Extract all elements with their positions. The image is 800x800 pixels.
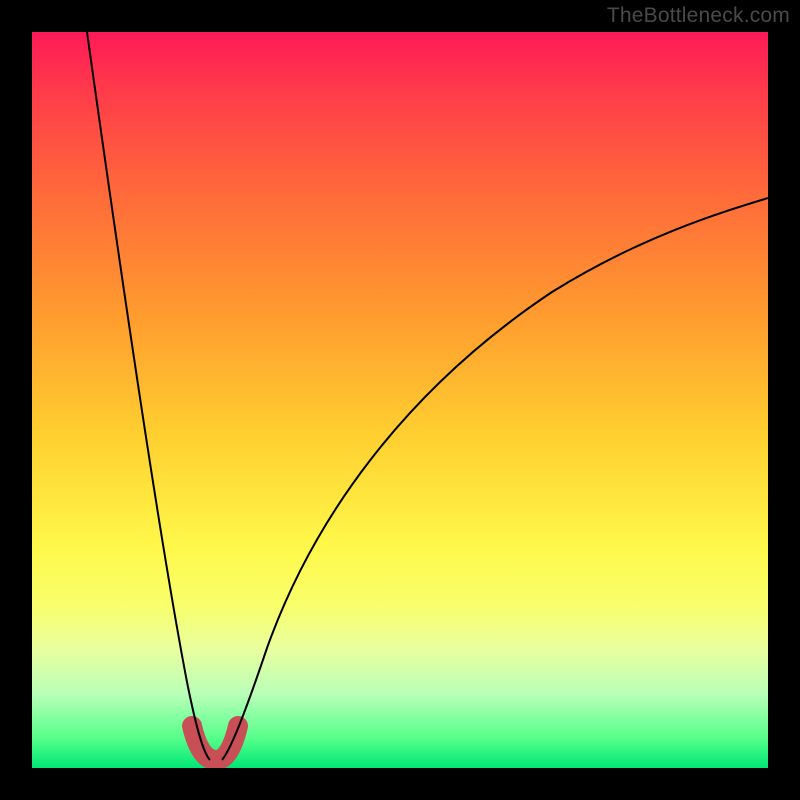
watermark-text: TheBottleneck.com (607, 4, 790, 28)
right-branch-curve (222, 198, 768, 760)
outer-frame: TheBottleneck.com (0, 0, 800, 800)
left-branch-curve (87, 32, 210, 760)
plot-area (32, 32, 768, 768)
chart-svg (32, 32, 768, 768)
